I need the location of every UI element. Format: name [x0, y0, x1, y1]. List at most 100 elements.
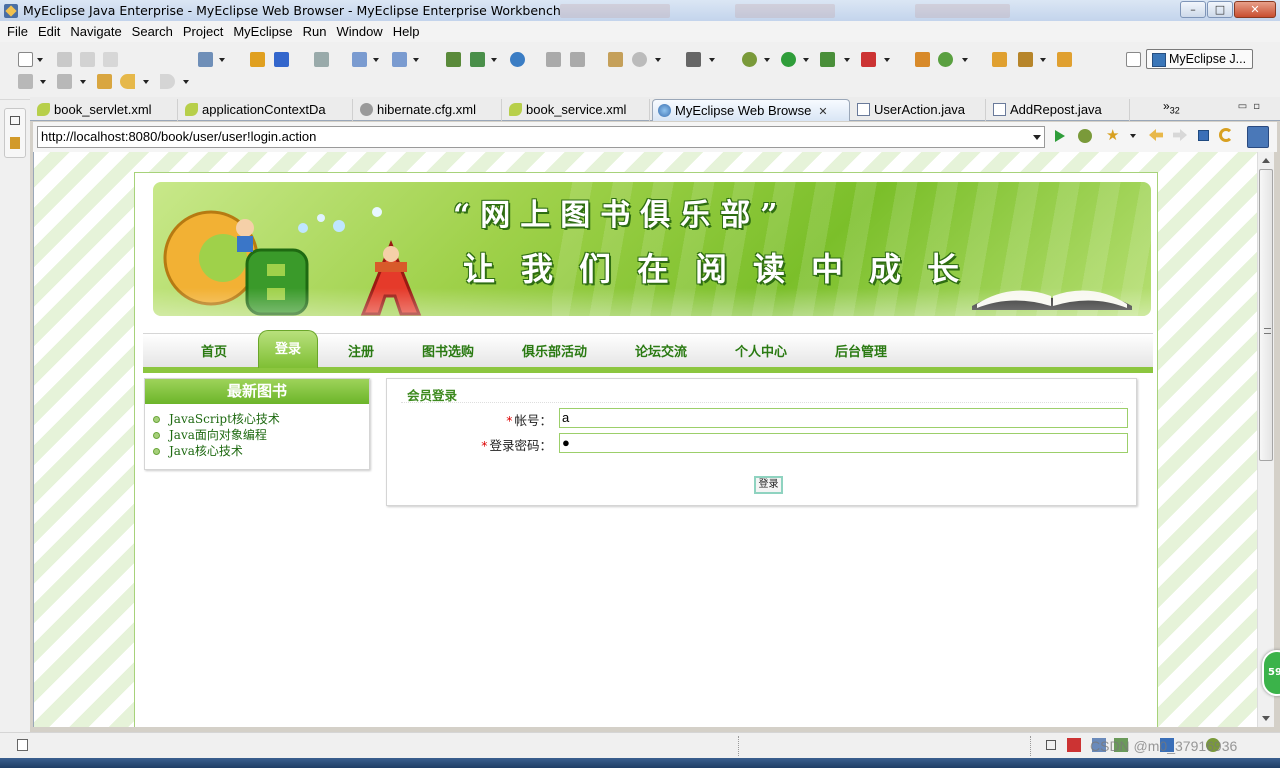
- stop-icon[interactable]: [1198, 130, 1209, 141]
- problems-icon[interactable]: [1067, 738, 1081, 752]
- chevron-down-icon[interactable]: [40, 80, 46, 84]
- tab-application-context[interactable]: applicationContextDa: [180, 99, 353, 121]
- tab-book-servlet-xml[interactable]: book_servlet.xml: [32, 99, 178, 121]
- new-class-icon[interactable]: [938, 52, 953, 67]
- back-icon[interactable]: [120, 74, 135, 89]
- globe-icon[interactable]: [510, 52, 525, 67]
- chevron-down-icon[interactable]: [962, 58, 968, 62]
- chevron-down-icon[interactable]: [709, 58, 715, 62]
- minimized-view-stack[interactable]: [4, 108, 26, 158]
- nav-personal-center[interactable]: 个人中心: [735, 341, 787, 360]
- package-icon[interactable]: [250, 52, 265, 67]
- floating-badge[interactable]: 59: [1262, 650, 1280, 696]
- tab-hibernate-cfg-xml[interactable]: hibernate.cfg.xml: [355, 99, 502, 121]
- deploy-icon[interactable]: [274, 52, 289, 67]
- menu-project[interactable]: Project: [178, 24, 228, 39]
- save-icon[interactable]: [57, 52, 72, 67]
- new-package-icon[interactable]: [915, 52, 930, 67]
- open-perspective-icon[interactable]: [1126, 52, 1141, 67]
- book-link[interactable]: Java核心技术: [153, 443, 369, 459]
- forward-icon[interactable]: [160, 74, 175, 89]
- pen-icon[interactable]: [1018, 52, 1033, 67]
- run-icon[interactable]: [781, 52, 796, 67]
- open-folder-icon[interactable]: [1057, 52, 1072, 67]
- menu-file[interactable]: File: [2, 24, 33, 39]
- browser-settings-icon[interactable]: [1247, 126, 1269, 148]
- wizard-icon[interactable]: [352, 52, 367, 67]
- nav-book-shopping[interactable]: 图书选购: [422, 341, 474, 360]
- restore-icon[interactable]: [10, 116, 20, 125]
- fast-view-icon[interactable]: [17, 739, 28, 751]
- chevron-down-icon[interactable]: [219, 58, 225, 62]
- tab-book-service-xml[interactable]: book_service.xml: [504, 99, 650, 121]
- run-server-icon[interactable]: [470, 52, 485, 67]
- vertical-scrollbar[interactable]: [1257, 152, 1274, 727]
- account-input[interactable]: a: [559, 408, 1128, 428]
- chevron-down-icon[interactable]: [655, 58, 661, 62]
- close-button[interactable]: ✕: [1234, 1, 1276, 18]
- servers-icon[interactable]: [446, 52, 461, 67]
- chevron-down-icon[interactable]: [764, 58, 770, 62]
- menu-search[interactable]: Search: [127, 24, 178, 39]
- tab-addrepost-java[interactable]: AddRepost.java: [988, 99, 1130, 121]
- menu-run[interactable]: Run: [298, 24, 332, 39]
- chevron-down-icon[interactable]: [884, 58, 890, 62]
- new-project-icon[interactable]: [198, 52, 213, 67]
- chevron-down-icon[interactable]: [491, 58, 497, 62]
- perspective-switcher[interactable]: MyEclipse J...: [1146, 49, 1253, 69]
- menu-myeclipse[interactable]: MyEclipse: [228, 24, 297, 39]
- login-button[interactable]: 登录: [754, 476, 783, 494]
- close-tab-icon[interactable]: ✕: [818, 106, 827, 118]
- chevron-down-icon[interactable]: [80, 80, 86, 84]
- debug-icon[interactable]: [742, 52, 757, 67]
- wizard-icon[interactable]: [392, 52, 407, 67]
- menu-navigate[interactable]: Navigate: [65, 24, 126, 39]
- chevron-down-icon[interactable]: [1033, 135, 1041, 140]
- previous-annotation-icon[interactable]: [57, 74, 72, 89]
- chevron-down-icon[interactable]: [803, 58, 809, 62]
- cut-icon[interactable]: [546, 52, 561, 67]
- view-minimize-maximize[interactable]: ▭▫: [1238, 101, 1266, 112]
- chevron-down-icon[interactable]: [413, 58, 419, 62]
- maximize-button[interactable]: □: [1207, 1, 1233, 18]
- favorites-icon[interactable]: ★: [1106, 128, 1119, 143]
- tab-myeclipse-web-browser[interactable]: MyEclipse Web Browse ✕: [652, 99, 850, 121]
- print-icon[interactable]: [103, 52, 118, 67]
- profile-icon[interactable]: [861, 52, 876, 67]
- chevron-down-icon[interactable]: [1040, 58, 1046, 62]
- refresh-icon[interactable]: [1219, 128, 1233, 142]
- chevron-down-icon[interactable]: [37, 58, 43, 62]
- chevron-down-icon[interactable]: [143, 80, 149, 84]
- nav-home[interactable]: 首页: [201, 341, 227, 360]
- scroll-down-arrow[interactable]: [1262, 716, 1270, 721]
- nav-login[interactable]: 登录: [258, 330, 318, 368]
- package-explorer-icon[interactable]: [10, 137, 20, 149]
- book-link[interactable]: JavaScript核心技术: [153, 411, 369, 427]
- server-icon[interactable]: [314, 52, 329, 67]
- forward-icon[interactable]: [1173, 129, 1187, 141]
- tab-overflow[interactable]: »32: [1163, 99, 1180, 115]
- nav-forum[interactable]: 论坛交流: [635, 341, 687, 360]
- copy-icon[interactable]: [570, 52, 585, 67]
- restore-icon[interactable]: [1046, 740, 1056, 750]
- url-input[interactable]: http://localhost:8080/book/user/user!log…: [37, 126, 1045, 148]
- chevron-down-icon[interactable]: [844, 58, 850, 62]
- password-input[interactable]: ●: [559, 433, 1128, 453]
- search-icon[interactable]: [632, 52, 647, 67]
- tab-useraction-java[interactable]: UserAction.java: [852, 99, 986, 121]
- debug-icon[interactable]: [1078, 129, 1092, 143]
- last-edit-icon[interactable]: [97, 74, 112, 89]
- save-all-icon[interactable]: [80, 52, 95, 67]
- nav-club-activities[interactable]: 俱乐部活动: [522, 341, 587, 360]
- back-icon[interactable]: [1149, 129, 1163, 141]
- nav-register[interactable]: 注册: [348, 341, 374, 360]
- open-type-icon[interactable]: [608, 52, 623, 67]
- menu-window[interactable]: Window: [331, 24, 387, 39]
- menu-help[interactable]: Help: [388, 24, 425, 39]
- minimize-button[interactable]: –: [1180, 1, 1206, 18]
- scroll-thumb[interactable]: [1259, 169, 1273, 461]
- go-icon[interactable]: [1055, 130, 1065, 142]
- chevron-down-icon[interactable]: [183, 80, 189, 84]
- nav-admin[interactable]: 后台管理: [835, 341, 887, 360]
- chevron-down-icon[interactable]: [373, 58, 379, 62]
